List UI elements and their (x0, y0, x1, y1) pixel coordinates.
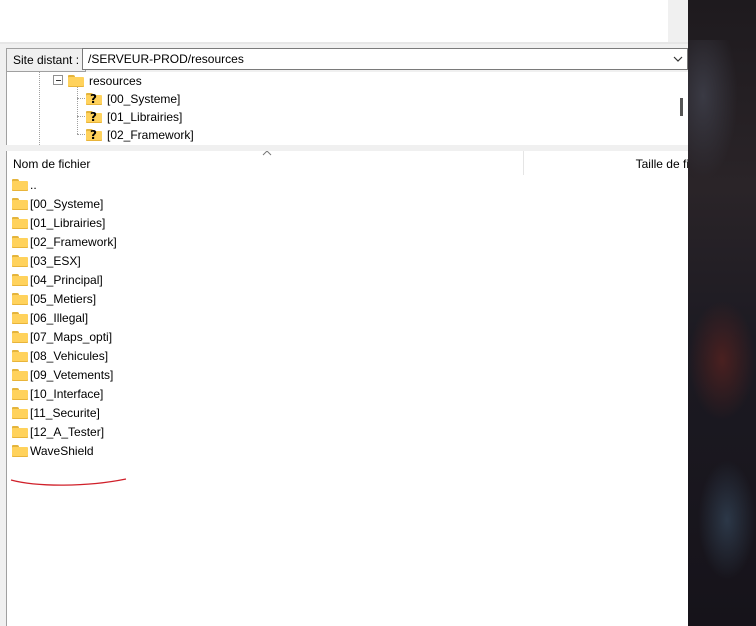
chevron-down-icon[interactable] (672, 53, 684, 65)
collapse-toggle-icon[interactable] (53, 75, 63, 85)
file-name: [08_Vehicules] (30, 349, 109, 363)
remote-site-label: Site distant : (6, 48, 87, 72)
tree-node-label: [01_Librairies] (107, 110, 183, 124)
file-name: [03_ESX] (30, 254, 81, 268)
file-name: [04_Principal] (30, 273, 103, 287)
sort-ascending-icon (262, 151, 272, 156)
file-list-row[interactable]: [03_ESX] (7, 251, 689, 270)
file-name: WaveShield (30, 444, 94, 458)
file-name: [02_Framework] (30, 235, 117, 249)
column-divider[interactable] (523, 151, 524, 175)
remote-directory-tree: resources ? [00_Systeme] ? [01_Librairie… (6, 72, 689, 145)
tree-guide-line (39, 72, 40, 145)
file-list-row[interactable]: [09_Vetements] (7, 365, 689, 384)
remote-path-value: /SERVEUR-PROD/resources (88, 52, 244, 66)
file-list-header: Nom de fichier Taille de fi (7, 151, 689, 175)
folder-icon (12, 350, 28, 362)
folder-unknown-icon: ? (86, 111, 102, 123)
folder-icon (12, 198, 28, 210)
tree-scrollbar-thumb[interactable] (680, 98, 683, 116)
file-name: [00_Systeme] (30, 197, 104, 211)
folder-icon (12, 388, 28, 400)
top-edge-strip (668, 0, 688, 44)
file-name: [07_Maps_opti] (30, 330, 113, 344)
file-list-row[interactable]: [07_Maps_opti] (7, 327, 689, 346)
folder-icon (12, 236, 28, 248)
tree-node-label: [02_Framework] (107, 128, 194, 142)
folder-icon (12, 369, 28, 381)
file-list-row[interactable]: [11_Securite] (7, 403, 689, 422)
folder-icon (12, 407, 28, 419)
folder-icon (12, 217, 28, 229)
file-name: [01_Librairies] (30, 216, 106, 230)
file-list-row[interactable]: [05_Metiers] (7, 289, 689, 308)
background-wallpaper (688, 0, 756, 626)
file-list-row[interactable]: [06_Illegal] (7, 308, 689, 327)
folder-icon (12, 179, 28, 191)
folder-icon (12, 274, 28, 286)
folder-icon (12, 426, 28, 438)
folder-icon (12, 331, 28, 343)
file-list-row[interactable]: [04_Principal] (7, 270, 689, 289)
file-list-row[interactable]: [10_Interface] (7, 384, 689, 403)
folder-open-icon (68, 75, 84, 87)
file-list-row[interactable]: WaveShield (7, 441, 689, 460)
folder-icon (12, 293, 28, 305)
remote-site-panel: Site distant : /SERVEUR-PROD/resources r… (0, 44, 689, 626)
tree-node-label: [00_Systeme] (107, 92, 181, 106)
remote-path-combobox[interactable]: /SERVEUR-PROD/resources (82, 48, 688, 70)
remote-file-list: Nom de fichier Taille de fi .. [00_System… (6, 151, 689, 626)
file-list-row[interactable]: [12_A_Tester] (7, 422, 689, 441)
tree-guide-line (77, 86, 78, 134)
folder-unknown-icon: ? (86, 129, 102, 141)
file-name: [11_Securite] (30, 406, 100, 420)
file-name: [12_A_Tester] (30, 425, 105, 439)
folder-icon (12, 255, 28, 267)
file-list-row[interactable]: .. (7, 175, 689, 194)
file-list-row[interactable]: [00_Systeme] (7, 194, 689, 213)
file-name: .. (30, 178, 37, 192)
remote-site-bar: Site distant : /SERVEUR-PROD/resources (6, 48, 688, 72)
column-header-filesize[interactable]: Taille de fi (636, 151, 689, 177)
file-list-row[interactable]: [01_Librairies] (7, 213, 689, 232)
tree-node-label: resources (89, 74, 142, 88)
column-header-filename[interactable]: Nom de fichier (13, 151, 90, 177)
file-name: [10_Interface] (30, 387, 104, 401)
top-blank-area (0, 0, 668, 40)
file-name: [05_Metiers] (30, 292, 97, 306)
file-name: [09_Vetements] (30, 368, 114, 382)
folder-icon (12, 445, 28, 457)
folder-unknown-icon: ? (86, 93, 102, 105)
folder-icon (12, 312, 28, 324)
file-name: [06_Illegal] (30, 311, 89, 325)
file-list-row[interactable]: [08_Vehicules] (7, 346, 689, 365)
file-list-row[interactable]: [02_Framework] (7, 232, 689, 251)
